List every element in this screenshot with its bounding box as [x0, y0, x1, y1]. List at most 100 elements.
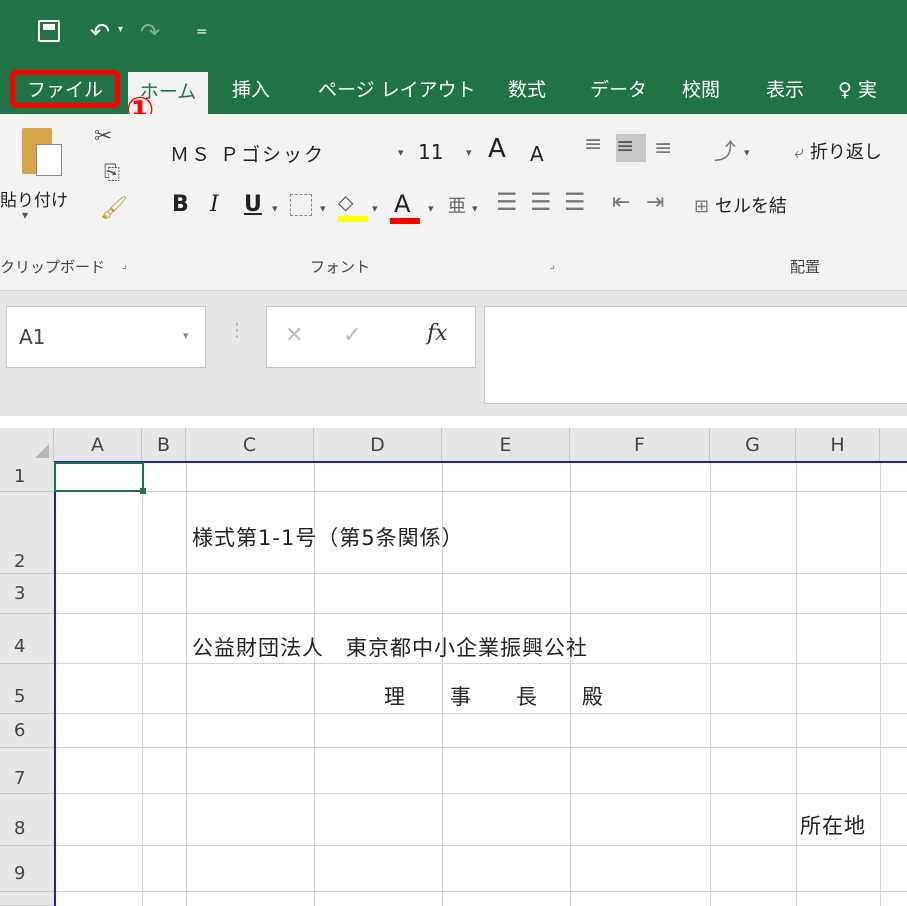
tab-tell-me-label: 実	[857, 79, 877, 101]
row-header-5[interactable]: 5	[0, 664, 54, 714]
column-header-d[interactable]: D	[314, 428, 442, 462]
column-header-a[interactable]: A	[54, 428, 142, 462]
phonetic-dropdown-icon[interactable]: ▾	[472, 202, 478, 215]
font-color-icon[interactable]: A	[394, 190, 410, 218]
formula-input[interactable]	[484, 306, 907, 404]
borders-icon[interactable]	[290, 194, 312, 216]
underline-dropdown-icon[interactable]: ▾	[272, 202, 278, 215]
format-painter-icon[interactable]: 🖌	[100, 196, 128, 221]
fill-color-dropdown-icon[interactable]: ▾	[372, 202, 378, 215]
column-header-f[interactable]: F	[570, 428, 710, 462]
underline-button[interactable]: U	[244, 192, 262, 217]
gridline	[142, 462, 143, 906]
gridline	[54, 891, 907, 892]
italic-button[interactable]: I	[210, 192, 219, 217]
cancel-icon[interactable]: ✕	[285, 323, 303, 348]
align-left-icon[interactable]: ☰	[496, 188, 518, 216]
tab-tell-me[interactable]: ♀ 実	[838, 70, 877, 110]
column-header-e[interactable]: E	[442, 428, 570, 462]
tab-insert[interactable]: 挿入	[232, 70, 270, 110]
cell-c4[interactable]: 公益財団法人 東京都中小企業振興公社	[192, 632, 588, 662]
formula-bar-splitter-icon[interactable]: ⋮	[228, 320, 246, 341]
row-header-4[interactable]: 4	[0, 614, 54, 664]
font-name-box[interactable]: ＭＳ Ｐゴシック	[170, 140, 325, 167]
increase-indent-icon[interactable]: ⇥	[646, 190, 664, 215]
row-header-6[interactable]: 6	[0, 714, 54, 748]
clipboard-launcher-icon[interactable]: ⌟	[122, 260, 127, 271]
paste-page-icon	[36, 144, 62, 176]
gridline	[54, 491, 907, 492]
font-name-dropdown-icon[interactable]: ▾	[398, 146, 404, 159]
paste-label[interactable]: 貼り付け	[0, 186, 68, 211]
orientation-dropdown-icon[interactable]: ▾	[744, 146, 750, 159]
cell-h8[interactable]: 所在地	[800, 810, 866, 840]
row-header-2[interactable]: 2	[0, 492, 54, 574]
shrink-font-icon[interactable]: A	[530, 142, 544, 166]
grow-font-icon[interactable]: A	[488, 134, 506, 164]
wrap-text-icon: ⤶	[794, 142, 805, 163]
column-header-h[interactable]: H	[796, 428, 880, 462]
print-area-border-top	[54, 461, 907, 463]
name-box[interactable]: A1 ▾	[6, 306, 206, 368]
name-box-dropdown-icon[interactable]: ▾	[183, 329, 189, 342]
fill-color-swatch	[338, 216, 368, 222]
undo-icon[interactable]: ↶	[90, 18, 110, 46]
tab-file[interactable]: ファイル	[10, 70, 120, 108]
bold-button[interactable]: B	[172, 192, 189, 217]
align-middle-icon[interactable]: ≡	[616, 134, 646, 162]
wrap-text-button[interactable]: ⤶ 折り返し	[794, 138, 882, 164]
insert-function-icon[interactable]: fx	[427, 321, 448, 346]
font-color-dropdown-icon[interactable]: ▾	[428, 202, 434, 215]
gridline	[186, 462, 187, 906]
font-size-box[interactable]: 11	[418, 140, 443, 164]
row-header-9[interactable]: 9	[0, 846, 54, 892]
gridline	[54, 845, 907, 846]
row-header-3[interactable]: 3	[0, 574, 54, 614]
fill-handle[interactable]	[140, 488, 146, 494]
column-header-partial[interactable]	[880, 428, 907, 462]
align-bottom-icon[interactable]: ≡	[654, 136, 672, 161]
fill-color-icon[interactable]: ◇	[338, 190, 353, 214]
save-icon[interactable]	[38, 20, 60, 42]
tab-formulas[interactable]: 数式	[508, 70, 546, 110]
name-box-value: A1	[19, 325, 46, 349]
row-header-1[interactable]: 1	[0, 462, 54, 492]
cut-icon[interactable]: ✂	[94, 124, 112, 149]
redo-icon[interactable]: ↷	[140, 18, 160, 46]
tab-view[interactable]: 表示	[766, 70, 804, 110]
enter-icon[interactable]: ✓	[343, 323, 361, 348]
gridline	[710, 462, 711, 906]
active-cell-a1[interactable]	[54, 462, 144, 492]
row-header-8[interactable]: 8	[0, 794, 54, 846]
align-center-icon[interactable]: ☰	[530, 188, 552, 216]
paste-dropdown-icon[interactable]: ▾	[22, 208, 28, 222]
undo-dropdown-icon[interactable]: ▾	[118, 24, 123, 35]
align-right-icon[interactable]: ☰	[564, 188, 586, 216]
row-header-7[interactable]: 7	[0, 748, 54, 794]
merge-cells-button[interactable]: ⊞ セルを結	[694, 192, 787, 218]
copy-icon[interactable]: ⎘	[104, 160, 120, 184]
column-header-c[interactable]: C	[186, 428, 314, 462]
borders-dropdown-icon[interactable]: ▾	[320, 202, 326, 215]
cell-d5[interactable]: 理 事 長 殿	[384, 681, 604, 711]
tab-review[interactable]: 校閲	[682, 70, 720, 110]
cell-c2[interactable]: 様式第1-1号（第5条関係）	[192, 522, 464, 552]
alignment-group-label: 配置	[790, 258, 821, 276]
tab-data[interactable]: データ	[590, 70, 647, 110]
clipboard-group-label: クリップボード	[0, 258, 106, 276]
print-area-border-left	[54, 462, 56, 906]
font-launcher-icon[interactable]: ⌟	[550, 260, 555, 271]
phonetic-icon[interactable]: 亜	[448, 192, 466, 218]
column-header-g[interactable]: G	[710, 428, 796, 462]
decrease-indent-icon[interactable]: ⇤	[612, 190, 630, 215]
select-all-corner[interactable]	[0, 428, 54, 462]
row-header-partial[interactable]	[0, 892, 54, 906]
column-header-b[interactable]: B	[142, 428, 186, 462]
gridline	[54, 747, 907, 748]
orientation-icon[interactable]: ⤴	[714, 134, 736, 166]
align-top-icon[interactable]: ≡	[584, 132, 602, 157]
tab-page-layout[interactable]: ページ レイアウト	[318, 70, 476, 110]
gridline	[54, 663, 907, 664]
customize-qat-icon[interactable]: =	[196, 24, 208, 40]
font-size-dropdown-icon[interactable]: ▾	[466, 146, 472, 159]
